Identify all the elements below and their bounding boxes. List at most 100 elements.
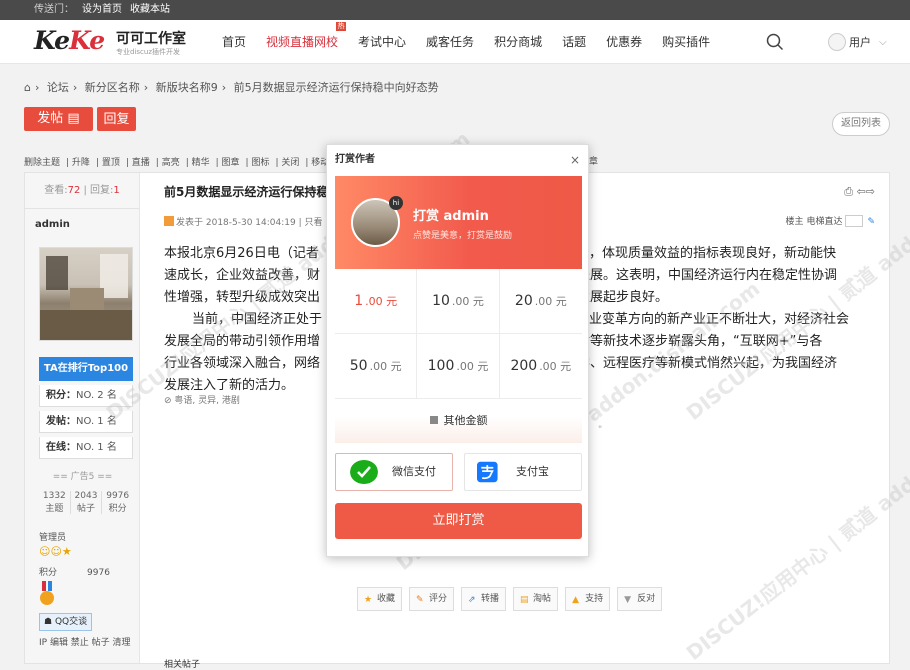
grid-icon bbox=[429, 416, 438, 424]
home-icon[interactable]: ⌂ bbox=[24, 81, 31, 94]
stat-label: 帖子 bbox=[77, 504, 96, 514]
mod-close[interactable]: 关闭 bbox=[281, 158, 299, 168]
amount-option[interactable]: 50.00 元 bbox=[335, 334, 418, 399]
body-text: 发展全局的带动引领作用增 bbox=[164, 334, 321, 349]
rate-label: 评分 bbox=[429, 594, 448, 604]
post-meta-text: 发表于 2018-5-30 14:04:19 | 只看 bbox=[176, 218, 323, 228]
amount-option[interactable]: 1.00 元 bbox=[335, 269, 418, 334]
author-stats: 1332 主题 2043 帖子 9976 积分 bbox=[39, 491, 133, 514]
mod-live[interactable]: 直播 bbox=[132, 158, 150, 168]
user-menu[interactable]: 用户 ⌵ bbox=[828, 32, 887, 52]
new-post-button[interactable]: 发帖 ▤ bbox=[24, 107, 93, 131]
nav-exam[interactable]: 考试中心 bbox=[348, 20, 416, 64]
other-amount-button[interactable]: 其他金额 bbox=[335, 399, 582, 443]
amount-int: 200 bbox=[510, 358, 538, 374]
favorite-label: 收藏 bbox=[377, 594, 396, 604]
support-button[interactable]: ▲ 支持 bbox=[565, 587, 611, 611]
wrench-icon[interactable]: ✎ bbox=[867, 217, 875, 227]
admin-ops[interactable]: IP 编辑 禁止 帖子 清理 bbox=[39, 635, 131, 648]
mod-delete[interactable]: 删除主题 bbox=[24, 158, 60, 168]
elevator-input[interactable] bbox=[845, 215, 864, 227]
mod-digest[interactable]: 精华 bbox=[192, 158, 210, 168]
amount-option[interactable]: 20.00 元 bbox=[499, 269, 582, 334]
tag-icon: ⊘ bbox=[164, 396, 172, 406]
reward-dialog: 打赏作者 × hi 打赏 admin 点赞是美意，打赏是鼓励 1.00 元 10… bbox=[326, 144, 589, 557]
wechat-pay-option[interactable]: 微信支付 bbox=[335, 453, 453, 491]
nav-buy-plugin[interactable]: 购买插件 bbox=[652, 20, 720, 64]
amount-dec: .00 元 bbox=[369, 360, 402, 373]
mod-icon[interactable]: 图标 bbox=[251, 158, 269, 168]
other-amount-label: 其他金额 bbox=[443, 414, 488, 427]
star-icon: ★ bbox=[364, 595, 373, 605]
post-meta: 发表于 2018-5-30 14:04:19 | 只看 bbox=[164, 215, 322, 228]
share-button[interactable]: ⇗ 转播 bbox=[461, 587, 507, 611]
close-icon[interactable]: × bbox=[570, 145, 580, 175]
alipay-icon bbox=[477, 461, 498, 483]
search-icon[interactable] bbox=[766, 33, 784, 51]
rate-button[interactable]: ✎ 评分 bbox=[409, 587, 455, 611]
ad-slot[interactable]: == 广告5 == bbox=[25, 469, 140, 482]
breadcrumb-board[interactable]: 新版块名称9 bbox=[156, 81, 218, 94]
tags-list[interactable]: 粤语, 灵异, 港剧 bbox=[174, 396, 239, 406]
alipay-option[interactable]: 支付宝 bbox=[464, 453, 582, 491]
collect-button[interactable]: ▤ 淘帖 bbox=[513, 587, 559, 611]
mod-bump[interactable]: 升降 bbox=[72, 158, 90, 168]
nav-topics[interactable]: 话题 bbox=[552, 20, 596, 64]
back-to-list-button[interactable]: 返回列表 bbox=[832, 112, 890, 136]
reply-button[interactable]: 回复 bbox=[97, 107, 136, 131]
stat-posts[interactable]: 2043 帖子 bbox=[69, 491, 102, 514]
user-group[interactable]: 管理员 bbox=[39, 531, 66, 545]
support-label: 支持 bbox=[585, 594, 604, 604]
thread-title: 前5月数据显示经济运行保持稳 bbox=[164, 185, 329, 199]
views-label: 查看: bbox=[44, 185, 68, 196]
mod-sticky[interactable]: 置顶 bbox=[102, 158, 120, 168]
breadcrumb-thread[interactable]: 前5月数据显示经济运行保持稳中向好态势 bbox=[234, 81, 439, 94]
rank-box: TA在排行Top100 积分：NO. 2 名 发帖：NO. 1 名 在线：NO.… bbox=[39, 357, 133, 459]
oppose-button[interactable]: ▼ 反对 bbox=[617, 587, 663, 611]
nav-coupons[interactable]: 优惠券 bbox=[596, 20, 652, 64]
amount-int: 100 bbox=[427, 358, 455, 374]
prev-icon[interactable]: ⇦ bbox=[857, 185, 866, 198]
quote-tail: " bbox=[598, 425, 603, 435]
body-text: 速成长，企业效益改善，财 bbox=[164, 268, 321, 283]
amount-option[interactable]: 10.00 元 bbox=[417, 269, 500, 334]
qq-label: QQ交谈 bbox=[54, 617, 88, 627]
amount-int: 1 bbox=[354, 293, 364, 309]
mod-highlight[interactable]: 高亮 bbox=[162, 158, 180, 168]
set-home-link[interactable]: 设为首页 bbox=[82, 4, 122, 15]
qq-chat-button[interactable]: ☗ QQ交谈 bbox=[39, 613, 93, 631]
amount-int: 50 bbox=[349, 358, 368, 374]
logo-name: 可可工作室 bbox=[116, 31, 186, 47]
hi-badge: hi bbox=[389, 196, 403, 210]
mod-tool-tail[interactable]: 章 bbox=[589, 154, 598, 167]
nav-live-school[interactable]: 视频直播网校 热 bbox=[256, 20, 348, 64]
medal-icon[interactable] bbox=[39, 581, 55, 607]
bookmark-link[interactable]: 收藏本站 bbox=[130, 4, 170, 15]
stat-points[interactable]: 9976 积分 bbox=[101, 491, 133, 514]
new-post-label: 发帖 bbox=[37, 111, 64, 126]
nav-home[interactable]: 首页 bbox=[212, 20, 256, 64]
favorite-button[interactable]: ★ 收藏 bbox=[357, 587, 403, 611]
site-logo[interactable]: KeKe 可可工作室 专业discuz插件开发 bbox=[34, 26, 204, 60]
stat-threads[interactable]: 1332 主题 bbox=[39, 491, 70, 514]
print-icon[interactable]: ⎙ bbox=[844, 185, 853, 198]
author-name[interactable]: admin bbox=[25, 209, 139, 240]
author-sidebar: 查看:72 | 回复:1 admin TA在排行Top100 积分：NO. 2 … bbox=[25, 173, 140, 663]
logo-text-b: Ke bbox=[69, 26, 105, 55]
amount-option[interactable]: 100.00 元 bbox=[417, 334, 500, 399]
body-text: 发展注入了新的活力。 bbox=[164, 378, 295, 393]
breadcrumb-area[interactable]: 新分区名称 bbox=[85, 81, 140, 94]
rank-label: 发帖： bbox=[46, 416, 76, 427]
nav-mall[interactable]: 积分商城 bbox=[484, 20, 552, 64]
submit-reward-button[interactable]: 立即打赏 bbox=[335, 503, 582, 539]
body-text: 教学、远程医疗等新模式悄然兴起，为我国经济 bbox=[564, 356, 838, 371]
points-line: 积分 9976 bbox=[39, 565, 110, 578]
rank-row-points: 积分：NO. 2 名 bbox=[39, 385, 133, 407]
author-avatar[interactable] bbox=[39, 247, 133, 341]
breadcrumb-forum[interactable]: 论坛 bbox=[47, 81, 69, 94]
amount-option[interactable]: 200.00 元 bbox=[499, 334, 582, 399]
amount-grid: 1.00 元 10.00 元 20.00 元 50.00 元 100.00 元 … bbox=[335, 269, 582, 399]
mod-stamp[interactable]: 图章 bbox=[222, 158, 240, 168]
next-icon[interactable]: ⇨ bbox=[866, 185, 875, 198]
nav-tasks[interactable]: 威客任务 bbox=[416, 20, 484, 64]
